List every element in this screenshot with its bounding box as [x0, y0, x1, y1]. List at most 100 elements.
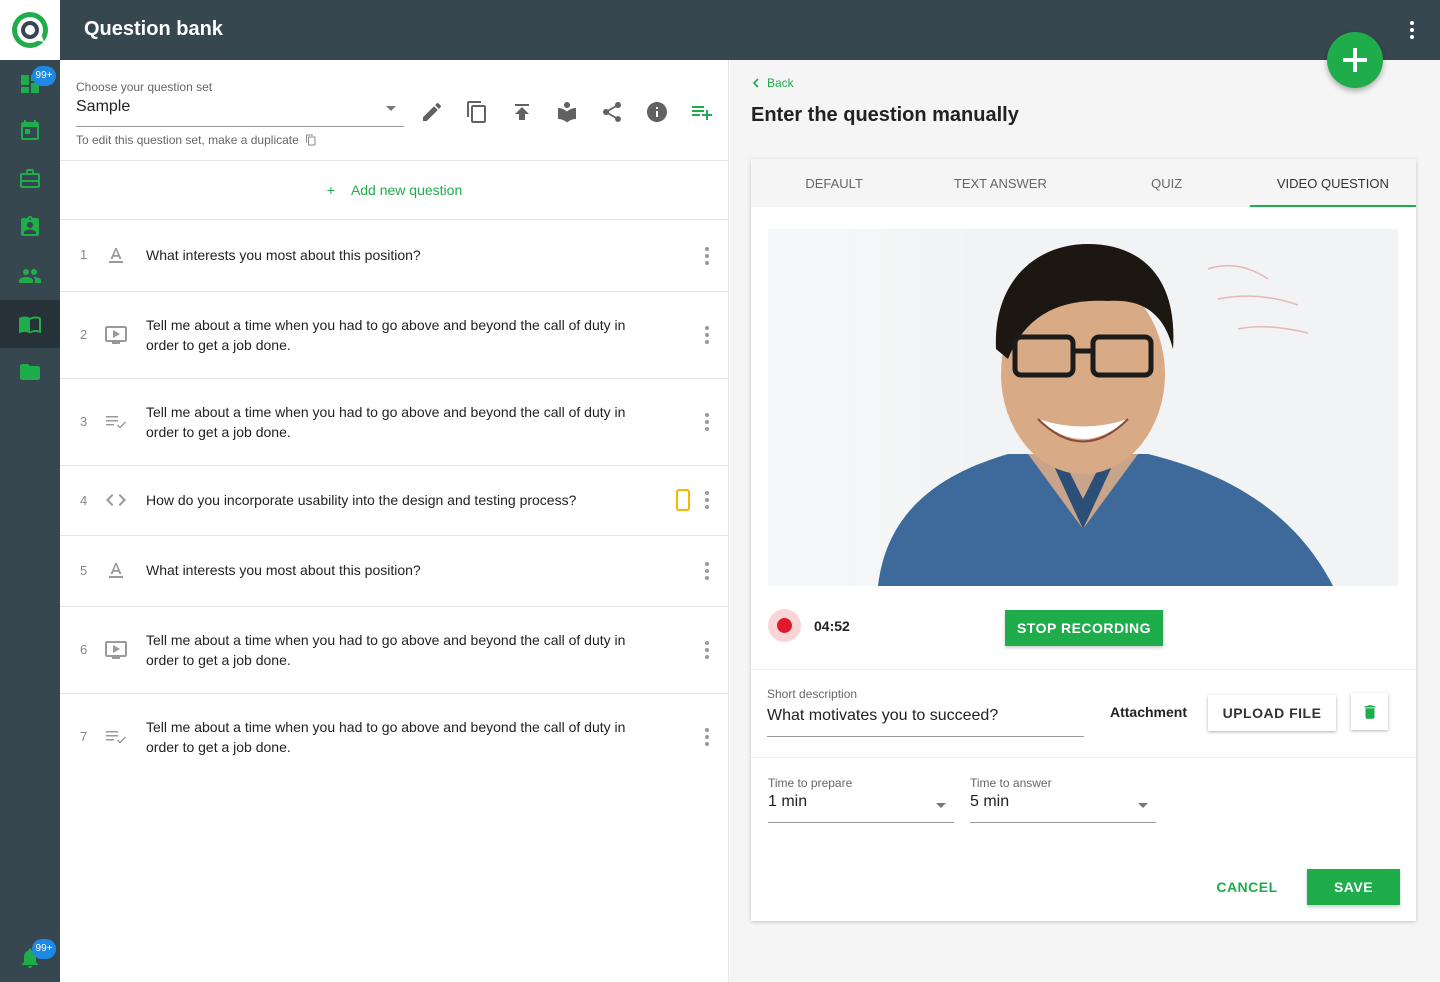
back-label: Back	[767, 76, 794, 90]
dropdown-arrow-icon	[386, 106, 396, 111]
sidebar-item-jobs[interactable]	[0, 155, 60, 203]
quiz-icon	[106, 416, 126, 429]
dropdown-arrow-icon	[1138, 803, 1148, 808]
question-number: 4	[80, 493, 88, 508]
edit-icon[interactable]	[420, 100, 444, 124]
add-new-question-label: Add new question	[350, 181, 463, 198]
copy-small-icon[interactable]	[305, 134, 317, 146]
add-fab-button[interactable]	[1327, 32, 1383, 88]
sidebar-item-notifications[interactable]: 99+	[0, 934, 60, 982]
more-vert-icon[interactable]	[697, 725, 717, 749]
stop-recording-button[interactable]: STOP RECORDING	[1005, 610, 1163, 646]
sidebar-item-files[interactable]	[0, 348, 60, 396]
save-button[interactable]: SAVE	[1307, 869, 1400, 905]
duplicate-icon[interactable]	[465, 100, 489, 124]
question-text: Tell me about a time when you had to go …	[146, 317, 626, 353]
more-vert-icon[interactable]	[697, 323, 717, 347]
back-link[interactable]: Back	[751, 76, 794, 90]
trash-icon	[1364, 704, 1375, 719]
share-icon[interactable]	[600, 100, 624, 124]
question-list-panel: Choose your question set Sample To edit …	[60, 60, 729, 982]
question-text: What interests you most about this posit…	[146, 562, 421, 578]
short-description-input[interactable]: What motivates you to succeed?	[767, 707, 1084, 737]
question-type-tabs: DEFAULT TEXT ANSWER QUIZ VIDEO QUESTION	[751, 159, 1417, 207]
sidebar-item-question-bank[interactable]	[0, 300, 60, 348]
more-vert-icon[interactable]	[697, 559, 717, 583]
question-number: 7	[80, 729, 88, 744]
webcam-video-frame	[768, 229, 1398, 586]
question-set-select[interactable]: Sample	[76, 98, 404, 127]
assignment-ind-icon	[21, 216, 39, 236]
time-to-answer-value: 5 min	[970, 793, 1010, 810]
briefcase-icon	[20, 169, 40, 188]
code-icon	[106, 494, 126, 506]
question-number: 6	[80, 642, 88, 657]
question-text: Tell me about a time when you had to go …	[146, 719, 626, 755]
dropdown-arrow-icon	[936, 803, 946, 808]
question-text: Tell me about a time when you had to go …	[146, 404, 626, 440]
question-row[interactable]: 1 What interests you most about this pos…	[60, 220, 729, 292]
short-description-label: Short description	[767, 687, 858, 701]
upload-file-button[interactable]: UPLOAD FILE	[1208, 695, 1336, 731]
question-text: How do you incorporate usability into th…	[146, 492, 577, 508]
logo-icon	[12, 12, 48, 48]
question-row[interactable]: 7 Tell me about a time when you had to g…	[60, 694, 729, 781]
question-text: Tell me about a time when you had to go …	[146, 632, 626, 668]
recording-indicator	[768, 609, 801, 642]
time-to-answer-select[interactable]: 5 min	[970, 793, 1156, 823]
editor-title: Enter the question manually	[751, 104, 1019, 126]
divider	[751, 757, 1416, 758]
text-answer-icon	[109, 248, 123, 263]
sidebar-item-candidates[interactable]	[0, 203, 60, 251]
question-row[interactable]: 6 Tell me about a time when you had to g…	[60, 607, 729, 694]
import-contacts-icon[interactable]	[555, 100, 579, 124]
time-to-prepare-select[interactable]: 1 min	[768, 793, 954, 823]
cancel-button[interactable]: CANCEL	[1211, 869, 1283, 905]
plus-icon	[1343, 48, 1367, 72]
more-vert-icon[interactable]	[697, 488, 717, 512]
time-to-answer-label: Time to answer	[970, 776, 1052, 790]
more-vert-icon[interactable]	[697, 638, 717, 662]
hint-text: To edit this question set, make a duplic…	[76, 133, 299, 147]
tab-default[interactable]: DEFAULT	[751, 159, 917, 207]
more-vert-icon[interactable]	[1400, 18, 1424, 42]
question-row[interactable]: 5 What interests you most about this pos…	[60, 536, 729, 607]
notification-badge: 99+	[32, 939, 56, 959]
question-set-toolbar	[420, 100, 714, 124]
video-icon	[105, 641, 127, 659]
question-row[interactable]: 2 Tell me about a time when you had to g…	[60, 292, 729, 379]
video-preview	[768, 229, 1398, 586]
recording-timer: 04:52	[814, 618, 850, 634]
chevron-left-icon	[752, 78, 759, 88]
calendar-icon	[21, 120, 39, 140]
record-dot-icon	[777, 618, 792, 633]
divider	[751, 669, 1416, 670]
more-vert-icon[interactable]	[697, 244, 717, 268]
question-set-hint: To edit this question set, make a duplic…	[76, 133, 317, 147]
question-text: What interests you most about this posit…	[146, 247, 421, 263]
delete-attachment-button[interactable]	[1351, 693, 1388, 730]
people-icon	[19, 269, 41, 283]
sidebar-item-team[interactable]	[0, 252, 60, 300]
tab-video-question[interactable]: VIDEO QUESTION	[1249, 159, 1417, 207]
sidebar: 99+ 99+	[0, 0, 60, 982]
playlist-add-icon[interactable]	[690, 100, 714, 124]
question-row[interactable]: 3 Tell me about a time when you had to g…	[60, 379, 729, 466]
sidebar-item-dashboard[interactable]: 99+	[0, 60, 60, 108]
tab-quiz[interactable]: QUIZ	[1084, 159, 1250, 207]
text-answer-icon	[109, 563, 123, 578]
sidebar-item-calendar[interactable]	[0, 107, 60, 155]
short-description-value: What motivates you to succeed?	[767, 707, 999, 724]
question-row[interactable]: 4 How do you incorporate usability into …	[60, 466, 729, 536]
publish-icon[interactable]	[510, 100, 534, 124]
tab-text-answer[interactable]: TEXT ANSWER	[917, 159, 1083, 207]
more-vert-icon[interactable]	[697, 410, 717, 434]
add-new-question-button[interactable]: + Add new question	[60, 160, 729, 219]
attachment-label: Attachment	[1110, 704, 1188, 720]
question-set-value: Sample	[76, 98, 131, 115]
question-number: 1	[80, 247, 88, 262]
app-logo[interactable]	[0, 0, 60, 60]
time-to-prepare-value: 1 min	[768, 793, 808, 810]
page-title: Question bank	[84, 18, 223, 40]
info-icon[interactable]	[645, 100, 669, 124]
